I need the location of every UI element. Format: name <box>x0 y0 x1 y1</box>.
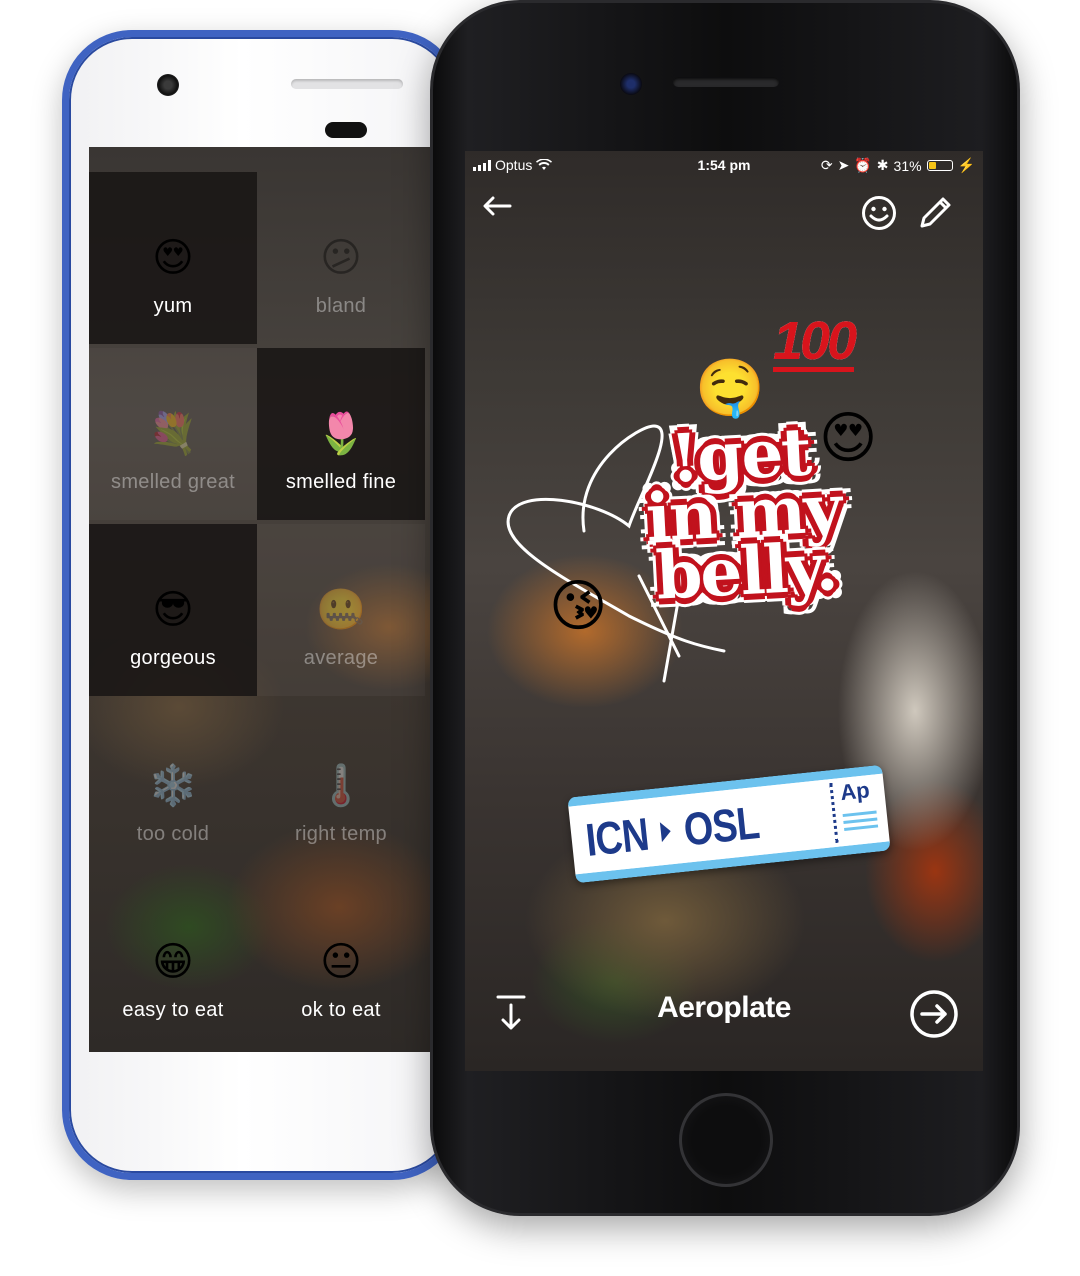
sticker-editor-screen: Optus 1:54 pm ⟳ ➤ ⏰ ✱ 31% ⚡ 100 🤤 😍 !get… <box>465 151 983 1071</box>
option-label: right temp <box>295 823 387 845</box>
option-label: easy to eat <box>122 999 224 1021</box>
emoji-sticker-icon[interactable] <box>861 195 897 231</box>
battery-percent: 31% <box>893 157 922 174</box>
option-bland[interactable]: 😕 bland <box>257 172 425 344</box>
option-label: too cold <box>136 823 210 845</box>
home-button[interactable] <box>679 1093 773 1187</box>
battery-icon <box>926 160 953 171</box>
option-label: smelled fine <box>285 471 397 493</box>
bouquet-icon: 💐 <box>148 411 198 457</box>
option-label: bland <box>315 295 367 317</box>
grinning-face-icon: 😁 <box>152 939 194 985</box>
ticket-stripes <box>842 810 879 835</box>
front-camera <box>620 73 642 95</box>
pencil-icon[interactable] <box>915 193 955 233</box>
confused-face-icon: 😕 <box>320 235 362 281</box>
destination-code: OSL <box>681 796 762 856</box>
headline-sticker[interactable]: !get in my belly. <box>609 412 878 614</box>
option-ok-to-eat[interactable]: 😐 ok to eat <box>257 876 425 1048</box>
front-camera <box>157 74 179 96</box>
option-average[interactable]: 🤐 average <box>257 524 425 696</box>
option-gorgeous[interactable]: 😎 gorgeous <box>89 524 257 696</box>
tulip-icon: 🌷 <box>316 411 366 457</box>
hundred-points-sticker[interactable]: 100 <box>773 314 857 372</box>
sunglasses-face-icon: 😎 <box>152 587 194 633</box>
option-label: ok to eat <box>301 999 381 1021</box>
option-label: gorgeous <box>130 647 216 669</box>
earpiece-speaker <box>291 79 403 89</box>
route: ICN OSL <box>583 795 761 867</box>
proximity-sensor <box>325 122 367 138</box>
option-label: yum <box>153 295 193 317</box>
rating-grid: 😍 yum 😕 bland 💐 smelled great 🌷 smelled … <box>89 172 429 1042</box>
location-icon: ➤ <box>837 157 850 173</box>
option-label: average <box>303 647 379 669</box>
app-caption: Aeroplate <box>657 991 791 1024</box>
option-smelled-great[interactable]: 💐 smelled great <box>89 348 257 520</box>
boarding-pass-sticker[interactable]: ICN OSL Ap <box>567 764 891 884</box>
kissing-face-sticker[interactable]: 😘 <box>549 579 607 635</box>
heart-eyes-emoji-icon: 😍 <box>152 235 194 281</box>
option-easy-to-eat[interactable]: 😁 easy to eat <box>89 876 257 1048</box>
zipper-mouth-icon: 🤐 <box>316 587 366 633</box>
option-right-temp[interactable]: 🌡️ right temp <box>257 700 425 872</box>
rating-screen: 😍 yum 😕 bland 💐 smelled great 🌷 smelled … <box>89 147 449 1052</box>
option-yum[interactable]: 😍 yum <box>89 172 257 344</box>
option-smelled-fine[interactable]: 🌷 smelled fine <box>257 348 425 520</box>
drooling-face-sticker[interactable]: 🤤 <box>695 361 765 417</box>
neutral-face-icon: 😐 <box>320 939 362 985</box>
status-icons: ⟳ ➤ ⏰ ✱ 31% ⚡ <box>821 157 975 174</box>
front-phone: Optus 1:54 pm ⟳ ➤ ⏰ ✱ 31% ⚡ 100 🤤 😍 !get… <box>430 0 1020 1216</box>
rotation-lock-icon: ⟳ <box>820 157 833 173</box>
back-arrow-icon[interactable] <box>479 191 515 221</box>
status-bar: Optus 1:54 pm ⟳ ➤ ⏰ ✱ 31% ⚡ <box>465 151 983 179</box>
alarm-icon: ⏰ <box>854 157 872 173</box>
back-phone: 😍 yum 😕 bland 💐 smelled great 🌷 smelled … <box>62 30 462 1180</box>
option-too-cold[interactable]: ❄️ too cold <box>89 700 257 872</box>
ticket-perforation <box>829 782 839 843</box>
route-arrow-icon <box>660 821 672 843</box>
next-arrow-icon[interactable] <box>909 989 959 1039</box>
earpiece-speaker <box>673 77 779 87</box>
thermometer-check-icon: 🌡️ <box>316 763 366 809</box>
bluetooth-icon: ✱ <box>876 157 889 173</box>
snowflake-icon: ❄️ <box>148 763 198 809</box>
option-label: smelled great <box>111 471 235 493</box>
charging-icon: ⚡ <box>957 157 975 173</box>
ticket-logo: Ap <box>839 777 871 806</box>
origin-code: ICN <box>583 807 651 866</box>
